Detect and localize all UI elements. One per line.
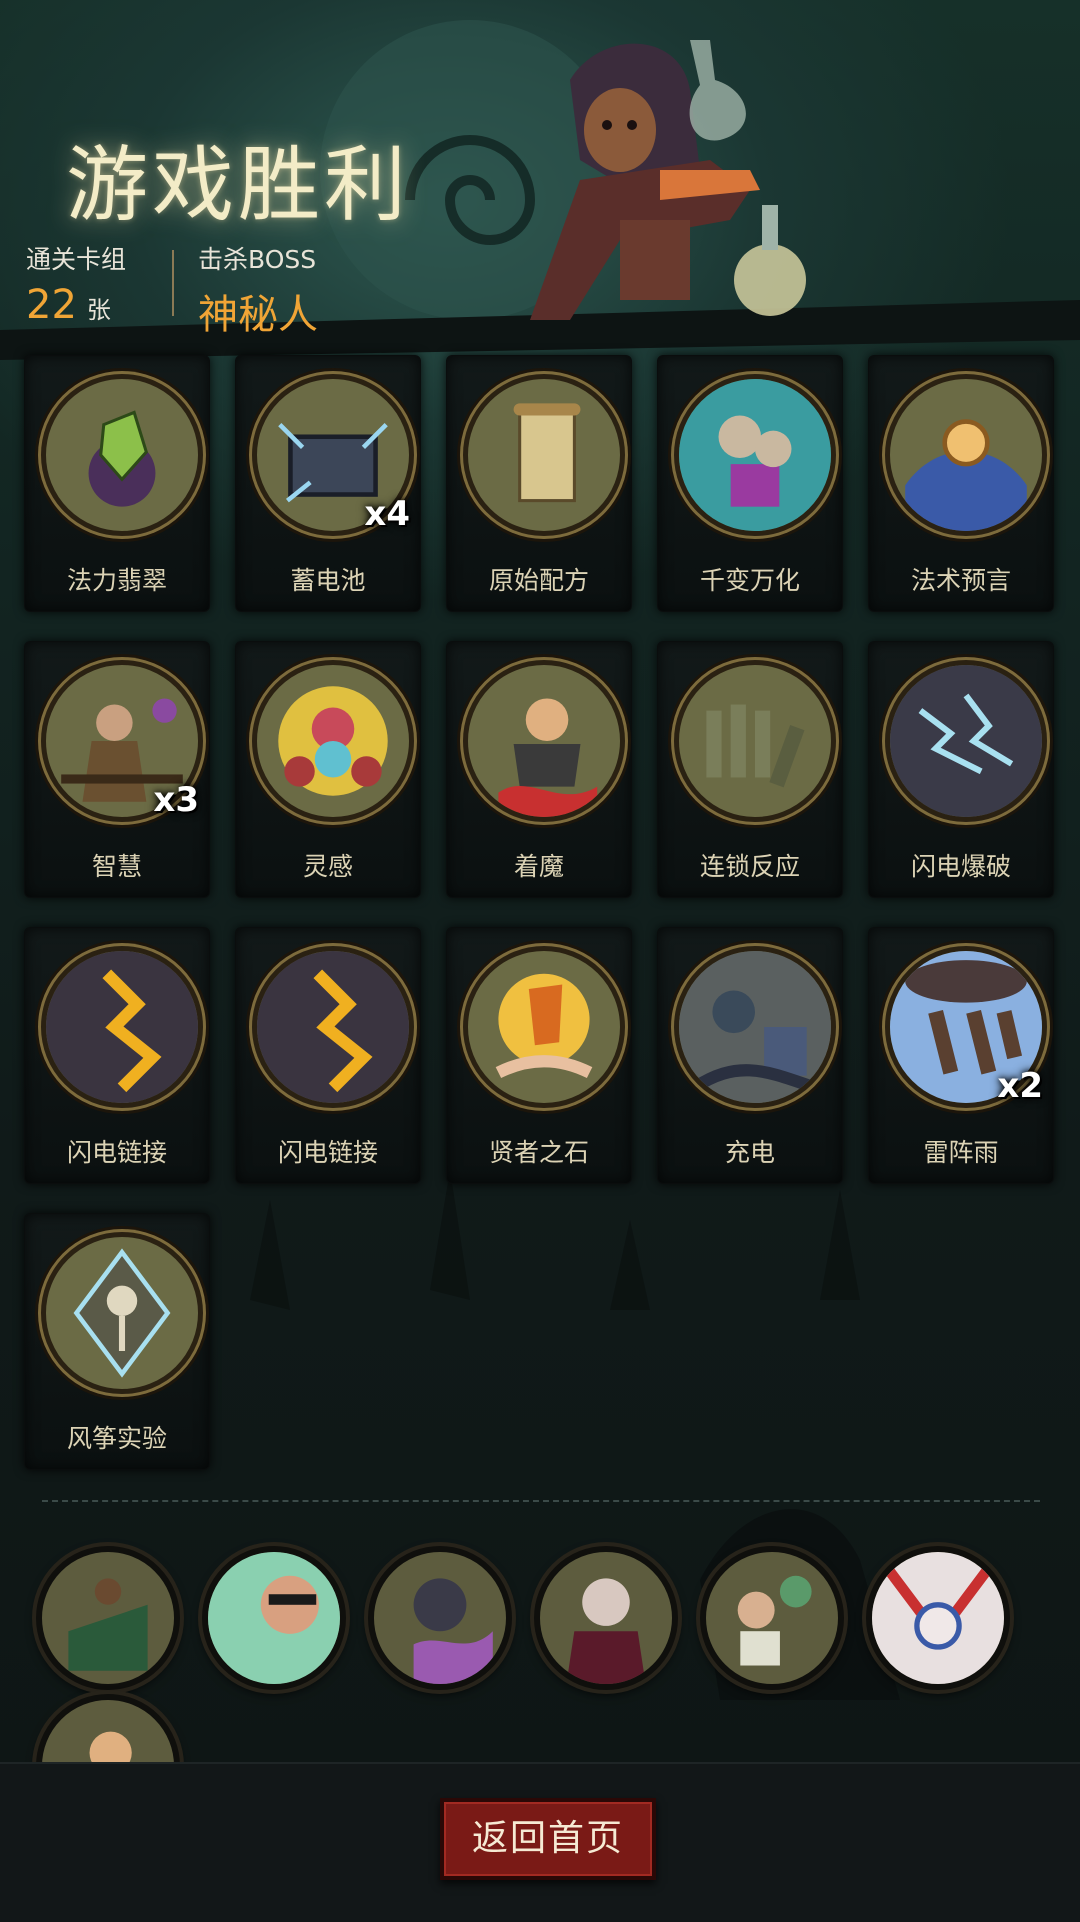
card-spell-prophecy[interactable]: 法术预言 xyxy=(868,355,1054,612)
boss-name: 神秘人 xyxy=(198,292,318,338)
return-home-button[interactable]: 返回首页 xyxy=(440,1798,656,1880)
crystal-orb-icon xyxy=(885,374,1047,536)
card-wisdom[interactable]: x3 智慧 xyxy=(24,641,210,898)
card-inspiration[interactable]: 灵感 xyxy=(235,641,421,898)
zombie-scholar-icon xyxy=(737,1575,812,1666)
scroll-icon xyxy=(463,374,625,536)
lightning-burst-icon xyxy=(885,660,1047,822)
card-kite-experiment[interactable]: 风筝实验 xyxy=(24,1213,210,1470)
card-battery[interactable]: x4 蓄电池 xyxy=(235,355,421,612)
boss-label: 击杀BOSS xyxy=(198,245,317,274)
deck-stat: 通关卡组 22 张 xyxy=(26,240,126,328)
card-name: 原始配方 xyxy=(488,566,589,595)
card-count: x3 xyxy=(153,780,199,820)
card-name: 闪电链接 xyxy=(66,1138,167,1167)
card-name: 灵感 xyxy=(302,852,353,881)
card-name: 蓄电池 xyxy=(290,566,366,595)
card-charge[interactable]: 充电 xyxy=(657,927,843,1184)
deck-unit: 张 xyxy=(86,296,111,324)
dominoes-icon xyxy=(674,660,836,822)
card-possessed[interactable]: 着魔 xyxy=(446,641,632,898)
card-name: 风筝实验 xyxy=(66,1424,167,1453)
card-name: 法力翡翠 xyxy=(66,566,167,595)
card-count: x4 xyxy=(364,494,410,534)
philosopher-stone-icon xyxy=(463,946,625,1108)
charge-icon xyxy=(674,946,836,1108)
card-lightning-chain-2[interactable]: 闪电链接 xyxy=(235,927,421,1184)
deck-count-row: 22 张 xyxy=(26,282,126,328)
card-philosophers-stone[interactable]: 贤者之石 xyxy=(446,927,632,1184)
card-thunderstorm[interactable]: x2 雷阵雨 xyxy=(868,927,1054,1184)
relic-cat-creature[interactable] xyxy=(368,1546,512,1690)
lightning-chain-icon xyxy=(252,946,414,1108)
card-lightning-chain-1[interactable]: 闪电链接 xyxy=(24,927,210,1184)
jester-box-icon xyxy=(674,374,836,536)
relic-vampire[interactable] xyxy=(534,1546,678,1690)
card-count: x2 xyxy=(997,1066,1043,1106)
card-name: 雷阵雨 xyxy=(923,1138,999,1167)
cat-creature-icon xyxy=(413,1578,493,1684)
stat-divider xyxy=(172,250,174,316)
relic-scarecrow-badge[interactable] xyxy=(36,1546,180,1690)
brain-skull-icon xyxy=(252,660,414,822)
card-mana-emerald[interactable]: 法力翡翠 xyxy=(24,355,210,612)
card-name: 千变万化 xyxy=(699,566,800,595)
relic-zombie-scholar[interactable] xyxy=(700,1546,844,1690)
card-ever-changing[interactable]: 千变万化 xyxy=(657,355,843,612)
vampire-icon xyxy=(566,1578,646,1684)
relic-rabbit[interactable] xyxy=(866,1546,1010,1690)
deck-count: 22 xyxy=(26,282,77,328)
card-chain-reaction[interactable]: 连锁反应 xyxy=(657,641,843,898)
card-lightning-burst[interactable]: 闪电爆破 xyxy=(868,641,1054,898)
relic-masked-man[interactable] xyxy=(202,1546,346,1690)
lightning-chain-icon xyxy=(41,946,203,1108)
emerald-crystal-icon xyxy=(41,374,203,536)
deck-label: 通关卡组 xyxy=(26,245,127,274)
card-name: 连锁反应 xyxy=(699,852,800,881)
masked-man-icon xyxy=(208,1552,340,1684)
card-name: 闪电链接 xyxy=(277,1138,378,1167)
card-name: 法术预言 xyxy=(910,566,1011,595)
deck-card-grid: 法力翡翠 x4 蓄电池 原始配方 千变万化 法术预言 x3 智慧 灵感 着魔 连… xyxy=(24,355,1056,1470)
scarecrow-badge-icon xyxy=(68,1578,148,1671)
card-name: 贤者之石 xyxy=(488,1138,589,1167)
card-name: 智慧 xyxy=(91,852,142,881)
possessed-man-icon xyxy=(463,660,625,822)
card-original-formula[interactable]: 原始配方 xyxy=(446,355,632,612)
card-name: 着魔 xyxy=(513,852,564,881)
card-name: 充电 xyxy=(724,1138,775,1167)
victory-title: 游戏胜利 xyxy=(66,138,411,233)
kite-experiment-icon xyxy=(41,1232,203,1394)
card-name: 闪电爆破 xyxy=(910,852,1011,881)
rabbit-icon xyxy=(872,1552,1004,1684)
section-divider xyxy=(42,1500,1040,1502)
alchemist-character-illustration xyxy=(510,20,830,354)
boss-stat: 击杀BOSS 神秘人 xyxy=(198,240,318,340)
